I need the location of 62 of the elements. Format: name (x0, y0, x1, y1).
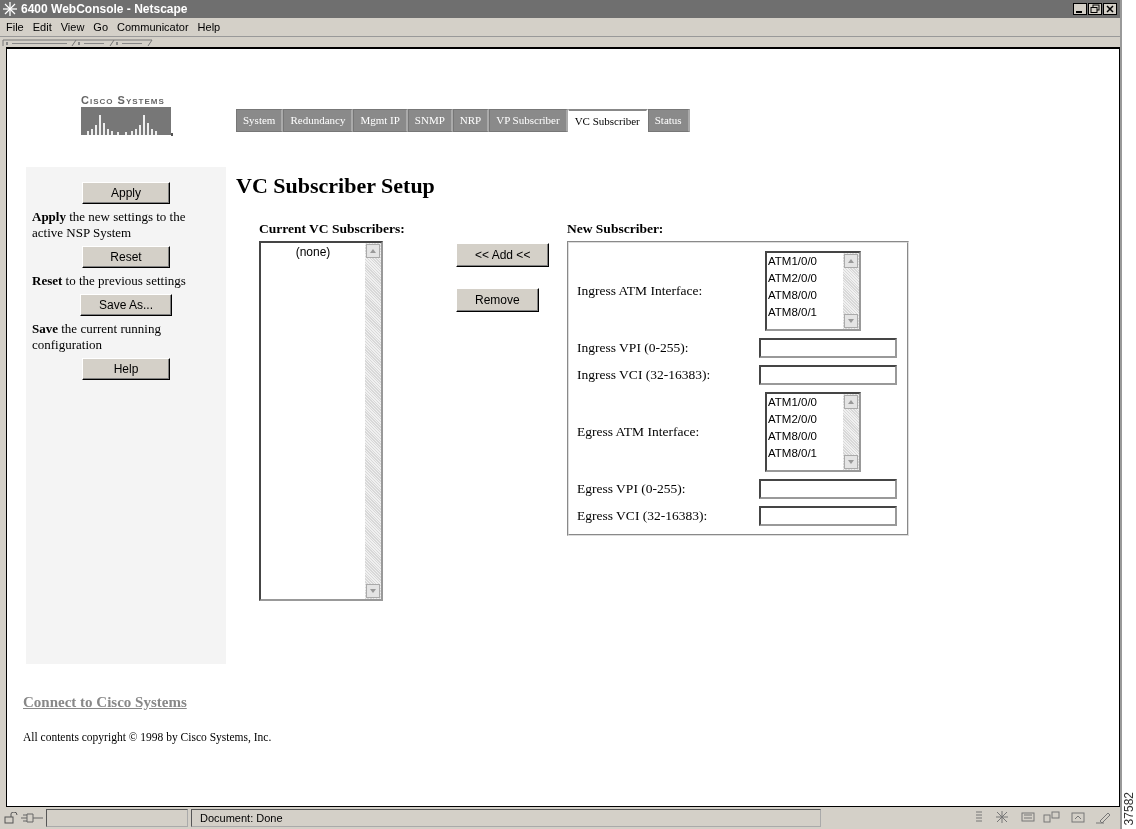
menu-item[interactable]: Edit (32, 21, 52, 33)
input-field[interactable] (759, 338, 897, 358)
interface-list[interactable]: ATM1/0/0 ATM2/0/0 ATM8/0/0 ATM8/0/1 (765, 251, 861, 331)
logo-text: Cisco Systems (81, 94, 166, 106)
status-text: Document: Done (191, 809, 821, 827)
list-option[interactable]: ATM2/0/0 (768, 411, 843, 428)
sidebar-button[interactable]: Help (82, 358, 170, 380)
scroll-up-icon[interactable] (844, 254, 858, 268)
button-description: Reset to the previous settings (32, 273, 187, 289)
menu-item[interactable]: Communicator (117, 21, 189, 33)
input-field[interactable] (759, 365, 897, 385)
figure-number: 37582 (1123, 791, 1135, 825)
new-subscriber-label: New Subscriber: (567, 221, 665, 238)
sidebar-button[interactable]: Save As... (80, 294, 172, 316)
field-label: Egress VPI (0-255): (577, 481, 687, 497)
page-heading: VC Subscriber Setup (236, 173, 436, 199)
list-option[interactable]: ATM8/0/0 (768, 428, 843, 445)
starburst-icon (3, 2, 17, 16)
copyright-text: All contents copyright © 1998 by Cisco Systems, Inc. (23, 731, 273, 743)
list-option[interactable]: ATM2/0/0 (768, 270, 843, 287)
scroll-up-icon[interactable] (366, 244, 380, 258)
button-description: Apply the new settings to the active NSP System (32, 209, 187, 241)
current-subscribers-label: Current VC Subscribers: (259, 221, 406, 238)
scroll-down-icon[interactable] (844, 455, 858, 469)
scrollbar[interactable] (365, 243, 381, 599)
menu-item[interactable]: File (6, 21, 24, 33)
sidebar-button[interactable]: Reset (82, 246, 170, 268)
field-label: Ingress VCI (32-16383): (577, 367, 712, 383)
scroll-up-icon[interactable] (844, 395, 858, 409)
window-title: 6400 WebConsole - Netscape (21, 2, 188, 16)
minimize-icon[interactable] (1073, 3, 1087, 15)
list-option[interactable]: ATM1/0/0 (768, 253, 843, 270)
menu-item[interactable]: Help (197, 21, 221, 33)
input-field[interactable] (759, 479, 897, 499)
subscriber-list[interactable]: (none) (259, 241, 383, 601)
list-option[interactable]: ATM8/0/0 (768, 287, 843, 304)
menu-item[interactable]: View (60, 21, 85, 33)
restore-icon[interactable] (1088, 3, 1102, 15)
menu-item[interactable]: Go (93, 21, 109, 33)
toolbar-grip-drawing[interactable] (2, 39, 154, 47)
plug-icon (21, 812, 43, 824)
button-description: Save the current running configuration (32, 321, 162, 353)
list-option[interactable]: ATM1/0/0 (768, 394, 843, 411)
field-label: Egress VCI (32-16383): (577, 508, 709, 524)
field-label: Egress ATM Interface: (577, 424, 701, 440)
scrollbar[interactable] (843, 394, 859, 470)
interface-list[interactable]: ATM1/0/0 ATM2/0/0 ATM8/0/0 ATM8/0/1 (765, 392, 861, 472)
sidebar-button[interactable]: Apply (82, 182, 170, 204)
scrollbar[interactable] (843, 253, 859, 329)
scroll-down-icon[interactable] (844, 314, 858, 328)
action-button[interactable]: Remove (456, 288, 539, 312)
scroll-down-icon[interactable] (366, 584, 380, 598)
field-label: Ingress ATM Interface: (577, 283, 704, 299)
close-icon[interactable] (1103, 3, 1117, 15)
list-item[interactable]: (none) (261, 245, 365, 259)
input-field[interactable] (759, 506, 897, 526)
list-option[interactable]: ATM8/0/1 (768, 304, 843, 321)
action-button[interactable]: << Add << (456, 243, 550, 267)
lock-icon (4, 812, 18, 824)
field-label: Ingress VPI (0-255): (577, 340, 690, 356)
list-option[interactable]: ATM8/0/1 (768, 445, 843, 462)
cisco-link[interactable]: Connect to Cisco Systems (23, 694, 1119, 711)
